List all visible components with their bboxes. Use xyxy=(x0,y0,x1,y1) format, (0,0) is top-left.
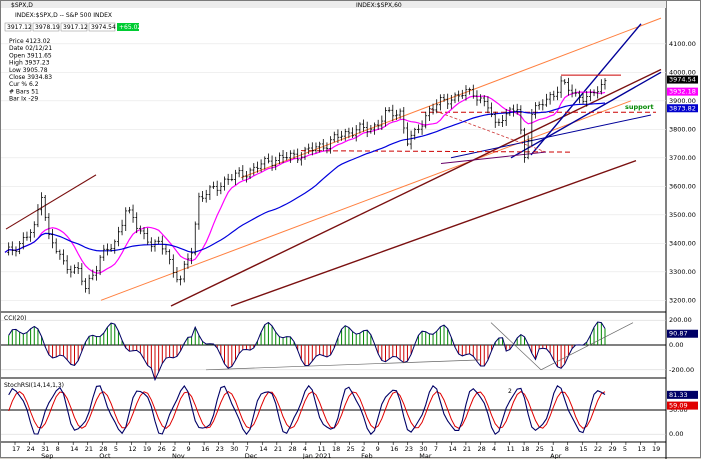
x-tick-label: 26 xyxy=(157,445,165,453)
support-label: support xyxy=(625,103,654,111)
cci-tick-label: 200.00 xyxy=(669,316,692,324)
x-tick-label: 16 xyxy=(201,445,209,453)
x-tick-label: 29 xyxy=(608,445,616,453)
ohlc-low: 3917.12 xyxy=(63,24,88,31)
x-tick-label: 25 xyxy=(536,445,544,453)
price-axis: 4100.004000.003900.003800.003700.003600.… xyxy=(667,40,698,438)
price-tick-label: 3400.00 xyxy=(669,239,696,247)
data-window-line: Low 3905.78 xyxy=(9,67,48,74)
price-tick-label: 3600.00 xyxy=(669,182,696,190)
x-tick-label: 24 xyxy=(27,445,35,453)
x-tick-label: 21 xyxy=(463,445,471,453)
data-window-line: Bar Ix -29 xyxy=(9,96,38,103)
x-tick-label: 12 xyxy=(128,445,136,453)
x-tick-label: 30 xyxy=(230,445,238,453)
x-tick-label: 14 xyxy=(259,445,267,453)
ohlc-change: +65.02 xyxy=(119,24,141,31)
x-tick-label: 19 xyxy=(143,445,151,453)
price-tick-label: 3800.00 xyxy=(669,125,696,133)
top-tab-strip xyxy=(1,1,666,8)
x-tick-label: 23 xyxy=(216,445,224,453)
x-tick-label: 9 xyxy=(187,445,191,453)
stoch-badge-label: 59.09 xyxy=(669,402,688,410)
price-tick-label: 4100.00 xyxy=(669,40,696,48)
time-axis: 17 24 31 8 14 21 28 5 12 19 26 2 9 16 23 30 7 14 21 28 4 11 18… xyxy=(12,442,660,459)
x-tick-label: 14 xyxy=(448,445,456,453)
price-badge-label: 3974.54 xyxy=(669,76,696,84)
cci-tick-label: -200.00 xyxy=(669,366,694,374)
price-badge: 3932.18 xyxy=(667,87,698,96)
chart-canvas[interactable]: 4100.004000.003900.003800.003700.003600.… xyxy=(1,1,701,459)
price-badge: 3974.54 xyxy=(667,75,698,84)
tab-daily[interactable]: $SPX,D xyxy=(11,2,33,9)
chart-window: 4100.00 4000.00 3900.00 3800.00 3700.00 3600.… xyxy=(0,0,701,459)
data-window-line: Close 3934.83 xyxy=(9,74,52,81)
x-tick-label: 21 xyxy=(274,445,282,453)
data-window-line: Open 3911.65 xyxy=(9,52,52,59)
data-window-line: Date 02/12/21 xyxy=(9,45,52,52)
x-tick-label: 8 xyxy=(565,445,569,453)
price-tick-label: 3200.00 xyxy=(669,296,696,304)
price-badge-label: 3873.82 xyxy=(669,104,696,112)
x-tick-label: 22 xyxy=(594,445,602,453)
x-tick-label: 9 xyxy=(376,445,380,453)
stoch-badge-label: 81.33 xyxy=(669,391,688,399)
wave-label: 2 xyxy=(508,388,512,395)
data-window-line: Price 4123.02 xyxy=(9,38,51,45)
x-tick-label: 21 xyxy=(85,445,93,453)
x-tick-label: 25 xyxy=(347,445,355,453)
x-tick-label: 28 xyxy=(477,445,485,453)
x-tick-label: 4 xyxy=(492,445,496,453)
x-tick-label: 17 xyxy=(12,445,20,453)
x-tick-label: 18 xyxy=(521,445,529,453)
cci-badge-label: 90.87 xyxy=(669,330,688,338)
x-tick-label: 18 xyxy=(332,445,340,453)
x-tick-label: 7 xyxy=(434,445,438,453)
ohlc-readout: 3917.12 3978.19 3917.12 3974.54 +65.02 xyxy=(4,22,141,32)
x-tick-label: 23 xyxy=(405,445,413,453)
price-badge: 3873.82 xyxy=(667,104,698,113)
x-tick-label: 19 xyxy=(652,445,660,453)
x-tick-label: 5 xyxy=(623,445,627,453)
x-tick-label: 11 xyxy=(507,445,515,453)
x-tick-label: 5 xyxy=(114,445,118,453)
data-window-line: Cur % 6.2 xyxy=(9,81,39,88)
price-tick-label: 3700.00 xyxy=(669,154,696,162)
ohlc-close: 3974.54 xyxy=(91,24,116,31)
data-window-line: High 3937.23 xyxy=(9,60,50,67)
ohlc-high: 3978.19 xyxy=(35,24,60,31)
stoch-title: StochRSI(14,14,1,3) xyxy=(4,382,64,389)
price-badge-label: 3932.18 xyxy=(669,88,696,96)
x-tick-label: 16 xyxy=(390,445,398,453)
cci-title: CCI(20) xyxy=(4,315,26,322)
ohlc-open: 3917.12 xyxy=(7,24,32,31)
x-tick-label: 8 xyxy=(56,445,60,453)
stoch-tick-label: 0.00 xyxy=(669,430,683,438)
price-tick-label: 3300.00 xyxy=(669,268,696,276)
price-tick-label: 3500.00 xyxy=(669,211,696,219)
tab-hourly[interactable]: INDEX:$SPX,60 xyxy=(356,2,402,9)
data-window-line: # Bars 51 xyxy=(9,88,39,95)
price-pane[interactable] xyxy=(1,1,666,312)
chart-title: INDEX:$SPX,D -- S&P 500 INDEX xyxy=(15,12,112,19)
x-tick-label: 15 xyxy=(579,445,587,453)
x-tick-label: 28 xyxy=(288,445,296,453)
x-tick-label: 14 xyxy=(70,445,78,453)
cci-tick-label: 0.00 xyxy=(669,341,683,349)
x-tick-label: 13 xyxy=(637,445,645,453)
